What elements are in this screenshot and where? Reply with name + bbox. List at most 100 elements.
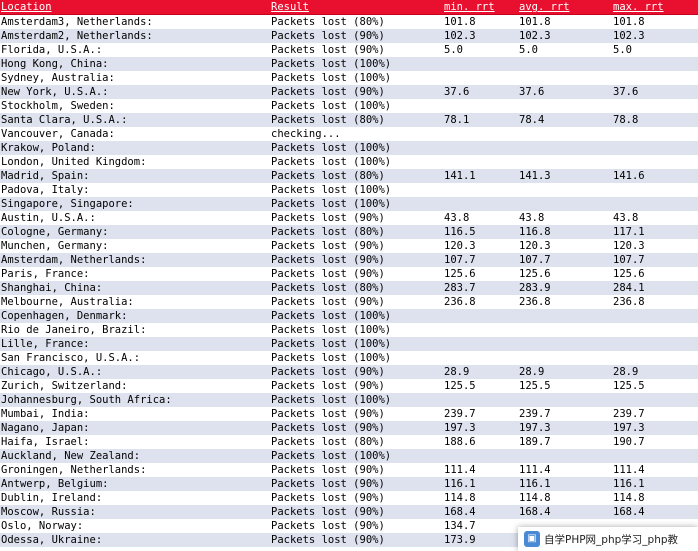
cell-result: Packets lost (100%) <box>271 142 392 154</box>
cell-location: Amsterdam3, Netherlands: <box>1 16 153 28</box>
cell-min-rrt: 188.6 <box>444 436 476 448</box>
cell-location: Haifa, Israel: <box>1 436 90 448</box>
cell-location: Groningen, Netherlands: <box>1 464 147 476</box>
cell-result: Packets lost (90%) <box>271 268 385 280</box>
table-body: Amsterdam3, Netherlands: Packets lost (80… <box>0 14 698 547</box>
header-avg-rrt[interactable]: avg. rrt <box>518 0 612 15</box>
cell-location: Singapore, Singapore: <box>1 198 134 210</box>
table-row: Chicago, U.S.A.: Packets lost (90%) 28.9 28… <box>0 365 698 379</box>
cell-location: Lille, France: <box>1 338 90 350</box>
cell-avg-rrt: 116.8 <box>519 226 551 238</box>
cell-min-rrt: 125.5 <box>444 380 476 392</box>
cell-location: London, United Kingdom: <box>1 156 147 168</box>
cell-max-rrt <box>612 449 698 463</box>
cell-result: Packets lost (90%) <box>271 534 385 546</box>
cell-result: Packets lost (100%) <box>271 58 392 70</box>
cell-max-rrt <box>612 99 698 113</box>
table-row: Sydney, Australia: Packets lost (100%) <box>0 71 698 85</box>
cell-max-rrt <box>612 393 698 407</box>
table-row: Nagano, Japan: Packets lost (90%) 197.3 197… <box>0 421 698 435</box>
cell-max-rrt <box>612 155 698 169</box>
cell-max-rrt: 197.3 <box>613 422 645 434</box>
cell-avg-rrt <box>518 57 612 71</box>
cell-min-rrt: 197.3 <box>444 422 476 434</box>
header-location[interactable]: Location <box>0 0 270 15</box>
cell-min-rrt <box>443 99 518 113</box>
cell-avg-rrt <box>518 309 612 323</box>
table-row: Austin, U.S.A.: Packets lost (90%) 43.8 43.… <box>0 211 698 225</box>
table-row: Krakow, Poland: Packets lost (100%) <box>0 141 698 155</box>
cell-location: Odessa, Ukraine: <box>1 534 103 546</box>
cell-location: Amsterdam, Netherlands: <box>1 254 147 266</box>
cell-max-rrt: 190.7 <box>613 436 645 448</box>
cell-result: Packets lost (100%) <box>271 324 392 336</box>
cell-location: San Francisco, U.S.A.: <box>1 352 141 364</box>
cell-location: Shanghai, China: <box>1 282 103 294</box>
cell-result: Packets lost (80%) <box>271 170 385 182</box>
table-row: Hong Kong, China: Packets lost (100%) <box>0 57 698 71</box>
cell-result: Packets lost (90%) <box>271 86 385 98</box>
cell-result: Packets lost (100%) <box>271 100 392 112</box>
table-row: Moscow, Russia: Packets lost (90%) 168.4 16… <box>0 505 698 519</box>
cell-min-rrt: 114.8 <box>444 492 476 504</box>
cell-result: Packets lost (100%) <box>271 450 392 462</box>
header-row: Location Result min. rrt avg. rrt max. r… <box>0 0 698 15</box>
cell-location: Mumbai, India: <box>1 408 90 420</box>
cell-min-rrt: 78.1 <box>444 114 470 126</box>
cell-result: Packets lost (90%) <box>271 492 385 504</box>
cell-avg-rrt <box>518 127 612 141</box>
cell-max-rrt <box>612 71 698 85</box>
cell-location: Paris, France: <box>1 268 90 280</box>
table-row: Amsterdam2, Netherlands: Packets lost (90… <box>0 29 698 43</box>
cell-avg-rrt: 168.4 <box>519 506 551 518</box>
cell-avg-rrt: 114.8 <box>519 492 551 504</box>
cell-location: Antwerp, Belgium: <box>1 478 109 490</box>
cell-max-rrt <box>612 337 698 351</box>
cell-avg-rrt <box>518 141 612 155</box>
cell-max-rrt: 284.1 <box>613 282 645 294</box>
cell-max-rrt <box>612 309 698 323</box>
cell-avg-rrt <box>518 99 612 113</box>
cell-result: Packets lost (80%) <box>271 436 385 448</box>
cell-avg-rrt: 125.6 <box>519 268 551 280</box>
cell-result: checking... <box>271 128 341 140</box>
site-watermark: ▣ 自学PHP网_php学习_php教 <box>518 527 698 551</box>
cell-location: Madrid, Spain: <box>1 170 90 182</box>
cell-location: Nagano, Japan: <box>1 422 90 434</box>
cell-result: Packets lost (100%) <box>271 394 392 406</box>
cell-location: Hong Kong, China: <box>1 58 109 70</box>
cell-location: Melbourne, Australia: <box>1 296 134 308</box>
header-min-rrt[interactable]: min. rrt <box>443 0 518 15</box>
cell-result: Packets lost (90%) <box>271 408 385 420</box>
header-result[interactable]: Result <box>270 0 443 15</box>
cell-result: Packets lost (100%) <box>271 198 392 210</box>
cell-min-rrt <box>443 351 518 365</box>
cell-min-rrt <box>443 393 518 407</box>
cell-max-rrt <box>612 57 698 71</box>
cell-min-rrt: 101.8 <box>444 16 476 28</box>
cell-min-rrt <box>443 323 518 337</box>
cell-min-rrt: 236.8 <box>444 296 476 308</box>
ping-results-table: Location Result min. rrt avg. rrt max. r… <box>0 0 698 547</box>
cell-result: Packets lost (80%) <box>271 16 385 28</box>
header-max-rrt[interactable]: max. rrt <box>612 0 698 15</box>
cell-avg-rrt <box>518 183 612 197</box>
cell-max-rrt: 114.8 <box>613 492 645 504</box>
cell-max-rrt: 43.8 <box>613 212 639 224</box>
watermark-text: 自学PHP网_php学习_php教 <box>544 533 679 546</box>
cell-min-rrt: 37.6 <box>444 86 470 98</box>
table-row: Munchen, Germany: Packets lost (90%) 120.3… <box>0 239 698 253</box>
cell-avg-rrt: 111.4 <box>519 464 551 476</box>
cell-result: Packets lost (90%) <box>271 296 385 308</box>
cell-avg-rrt: 43.8 <box>519 212 545 224</box>
cell-max-rrt: 117.1 <box>613 226 645 238</box>
cell-min-rrt <box>443 71 518 85</box>
cell-min-rrt: 283.7 <box>444 282 476 294</box>
cell-location: Vancouver, Canada: <box>1 128 115 140</box>
cell-min-rrt: 173.9 <box>444 534 476 546</box>
cell-result: Packets lost (100%) <box>271 352 392 364</box>
table-row: Vancouver, Canada: checking... <box>0 127 698 141</box>
cell-max-rrt: 111.4 <box>613 464 645 476</box>
cell-min-rrt: 43.8 <box>444 212 470 224</box>
cell-location: Moscow, Russia: <box>1 506 96 518</box>
